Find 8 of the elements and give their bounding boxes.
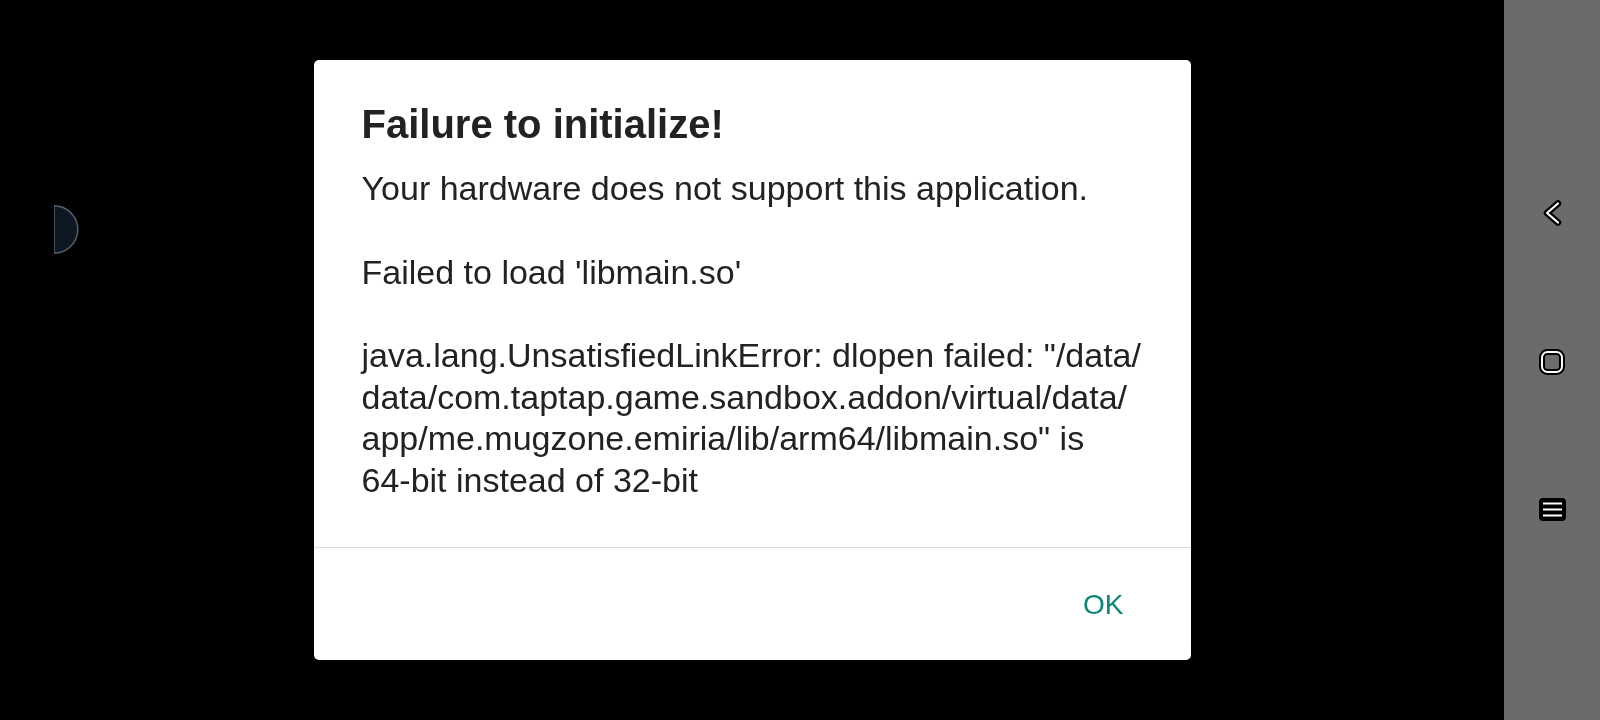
message-text: Your hardware does not support this application. (361, 168, 1089, 209)
message-text: java.lang.UnsatisfiedLinkError: dlopen failed: "/data/data/com.taptap.game.sandbox.addon/virtual/data/app/me.mugzone.emiria/lib/arm64/libmain.so" is 64-bit instead of 32-bit (361, 335, 1142, 501)
chevron-left-icon[interactable] (1542, 199, 1562, 226)
rounded-square-icon[interactable] (1539, 348, 1565, 375)
ok-button[interactable]: OK (1064, 575, 1143, 635)
dialog-title: Failure to initialize! (361, 101, 725, 148)
menu-icon[interactable] (1538, 497, 1566, 521)
message-text: Failed to load 'libmain.so' (361, 251, 743, 293)
